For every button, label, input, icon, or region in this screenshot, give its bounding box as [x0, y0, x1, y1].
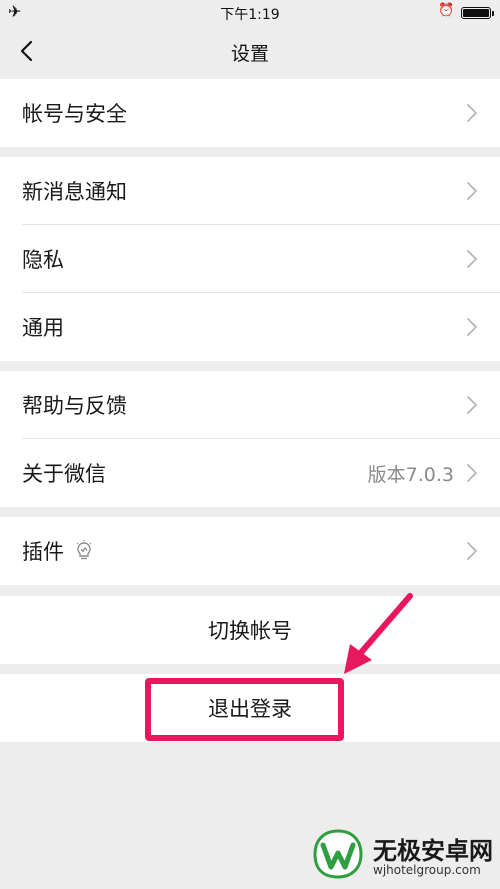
settings-item-plugins[interactable]: 插件	[0, 517, 500, 585]
settings-item-general[interactable]: 通用	[0, 293, 500, 361]
chevron-right-icon	[467, 464, 477, 482]
switch-account-group: 切换帐号	[0, 596, 500, 664]
annotation-arrow-icon	[344, 593, 413, 674]
highlight-box	[145, 678, 344, 741]
settings-group-account: 帐号与安全	[0, 79, 500, 147]
watermark-name: 无极安卓网	[373, 837, 493, 865]
chevron-right-icon	[467, 396, 477, 414]
settings-item-label: 关于微信	[22, 462, 106, 486]
switch-account-button[interactable]: 切换帐号	[0, 596, 500, 664]
watermark-url: wjhotelgroup.com	[373, 863, 481, 877]
settings-item-label: 新消息通知	[22, 180, 127, 204]
settings-item-label: 帮助与反馈	[22, 394, 127, 418]
settings-item-privacy[interactable]: 隐私	[0, 225, 500, 293]
settings-group-help: 帮助与反馈 关于微信 版本7.0.3	[0, 371, 500, 507]
chevron-right-icon	[467, 318, 477, 336]
settings-item-account-security[interactable]: 帐号与安全	[0, 79, 500, 147]
lightbulb-icon	[76, 540, 92, 560]
settings-group-plugins: 插件	[0, 517, 500, 585]
chevron-right-icon	[467, 542, 477, 560]
settings-group-notifications: 新消息通知 隐私 通用	[0, 157, 500, 361]
watermark: 无极安卓网 wjhotelgroup.com	[313, 829, 495, 885]
chevron-right-icon	[467, 104, 477, 122]
page-title: 设置	[230, 43, 269, 65]
settings-item-help-feedback[interactable]: 帮助与反馈	[0, 371, 500, 439]
switch-account-label: 切换帐号	[208, 619, 292, 643]
settings-item-label: 隐私	[22, 248, 64, 272]
battery-icon	[461, 7, 494, 19]
watermark-logo-icon	[313, 829, 363, 879]
nav-bar: 设置	[0, 25, 500, 78]
settings-item-new-message-notification[interactable]: 新消息通知	[0, 157, 500, 225]
settings-item-label: 通用	[22, 316, 64, 340]
battery-level	[463, 9, 489, 17]
settings-item-label: 帐号与安全	[22, 102, 127, 126]
status-time: 下午1:19	[220, 7, 280, 23]
status-bar: ✈ 下午1:19 ⏰	[0, 0, 500, 25]
chevron-right-icon	[467, 250, 477, 268]
settings-item-about-wechat[interactable]: 关于微信 版本7.0.3	[0, 439, 500, 507]
chevron-right-icon	[467, 182, 477, 200]
version-value: 版本7.0.3	[367, 463, 454, 486]
alarm-icon: ⏰	[438, 3, 455, 18]
settings-item-label: 插件	[22, 540, 64, 564]
